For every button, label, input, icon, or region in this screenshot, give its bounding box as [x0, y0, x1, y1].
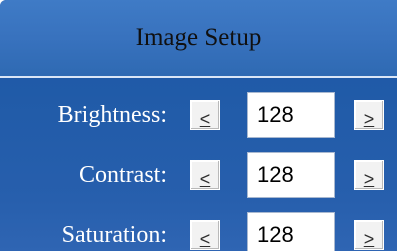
brightness-increase-button[interactable]: > [354, 100, 384, 130]
saturation-increase-button[interactable]: > [354, 220, 384, 250]
panel-title: Image Setup [135, 24, 262, 51]
contrast-label: Contrast: [79, 162, 167, 188]
brightness-decrease-button[interactable]: < [190, 100, 220, 130]
chevron-right-icon: > [363, 169, 375, 189]
brightness-value-input[interactable] [247, 92, 335, 138]
chevron-right-icon: > [363, 109, 375, 129]
saturation-decrease-button[interactable]: < [190, 220, 220, 250]
contrast-decrease-button[interactable]: < [190, 160, 220, 190]
saturation-row: Saturation: < > [0, 212, 397, 251]
brightness-row: Brightness: < > [0, 92, 397, 138]
chevron-left-icon: < [199, 109, 211, 129]
chevron-right-icon: > [363, 229, 375, 249]
chevron-left-icon: < [199, 229, 211, 249]
contrast-value-input[interactable] [247, 152, 335, 198]
image-setup-panel: Image Setup Brightness: < > Contrast: < … [0, 0, 397, 251]
brightness-label: Brightness: [57, 102, 167, 128]
saturation-label: Saturation: [61, 222, 167, 248]
chevron-left-icon: < [199, 169, 211, 189]
contrast-row: Contrast: < > [0, 152, 397, 198]
header-divider [0, 76, 397, 78]
saturation-value-input[interactable] [247, 212, 335, 251]
contrast-increase-button[interactable]: > [354, 160, 384, 190]
